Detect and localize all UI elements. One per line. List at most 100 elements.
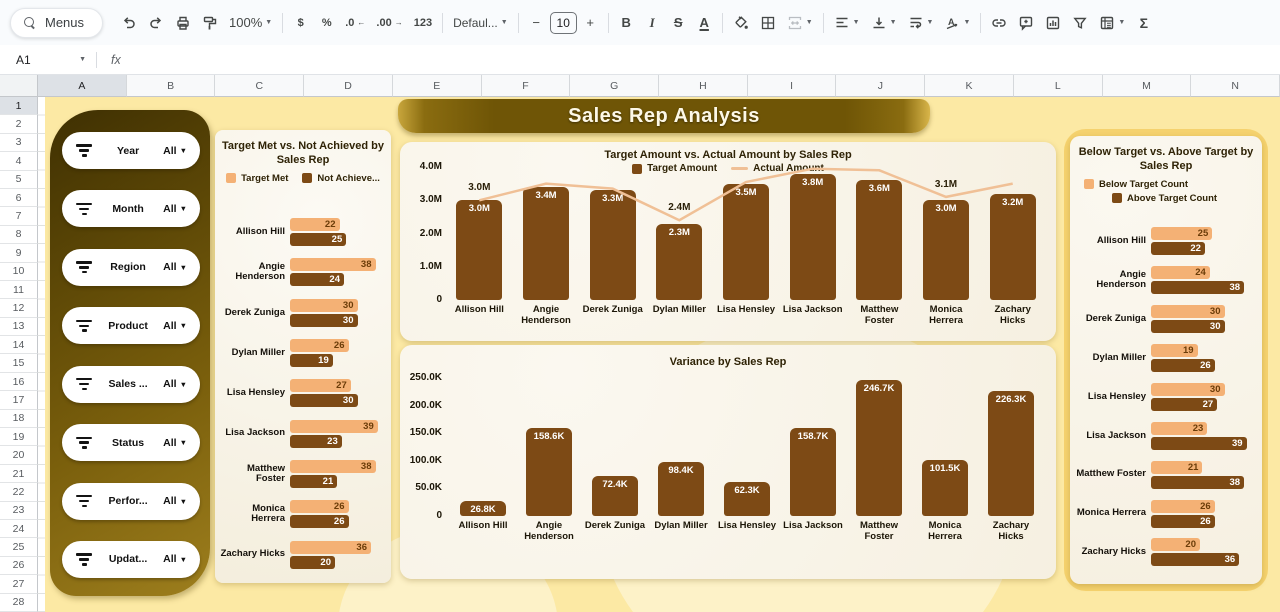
- row-header-8[interactable]: 8: [0, 226, 38, 244]
- formula-input[interactable]: [121, 45, 1280, 74]
- filter-slicer-sales[interactable]: Sales ...All▼: [62, 366, 200, 403]
- column-header-G[interactable]: G: [570, 75, 659, 97]
- column-header-D[interactable]: D: [304, 75, 393, 97]
- decrease-font-size-button[interactable]: −: [524, 9, 549, 37]
- row-header-10[interactable]: 10: [0, 263, 38, 281]
- column-header-F[interactable]: F: [482, 75, 571, 97]
- bar-matthew-foster[interactable]: 246.7K: [856, 380, 902, 516]
- print-button[interactable]: [170, 9, 196, 37]
- bar-dark[interactable]: 26: [1151, 359, 1215, 372]
- filter-value-dropdown[interactable]: All▼: [163, 495, 187, 507]
- strikethrough-button[interactable]: S: [666, 9, 691, 37]
- undo-button[interactable]: [116, 9, 142, 37]
- bar-light[interactable]: 24: [1151, 266, 1210, 279]
- row-header-20[interactable]: 20: [0, 446, 38, 464]
- bar-monica-herrera[interactable]: 3.0M: [923, 200, 969, 300]
- bar-light[interactable]: 21: [1151, 461, 1202, 474]
- bar-lisa-jackson[interactable]: 158.7K: [790, 428, 836, 516]
- bar-dark[interactable]: 23: [290, 435, 342, 448]
- column-header-K[interactable]: K: [925, 75, 1014, 97]
- table-tools-button[interactable]: ▼: [1094, 9, 1130, 37]
- horizontal-align-button[interactable]: ▼: [829, 9, 865, 37]
- column-header-A[interactable]: A: [38, 75, 127, 97]
- row-header-23[interactable]: 23: [0, 502, 38, 520]
- bar-light[interactable]: 30: [1151, 305, 1225, 318]
- bar-dark[interactable]: 26: [290, 515, 349, 528]
- bar-light[interactable]: 20: [1151, 538, 1200, 551]
- paint-format-button[interactable]: [197, 9, 223, 37]
- bar-dark[interactable]: 21: [290, 475, 337, 488]
- fill-color-button[interactable]: [728, 9, 754, 37]
- italic-button[interactable]: I: [640, 9, 665, 37]
- filter-slicer-month[interactable]: MonthAll▼: [62, 190, 200, 227]
- bar-dark[interactable]: 25: [290, 233, 346, 246]
- bar-matthew-foster[interactable]: 3.6M: [856, 180, 902, 300]
- filter-slicer-product[interactable]: ProductAll▼: [62, 307, 200, 344]
- bar-dark[interactable]: 36: [1151, 553, 1239, 566]
- row-header-15[interactable]: 15: [0, 354, 38, 372]
- bar-light[interactable]: 36: [290, 541, 371, 554]
- bar-dylan-miller[interactable]: 2.3M: [656, 224, 702, 300]
- text-rotation-button[interactable]: A ▼: [939, 9, 975, 37]
- bar-allison-hill[interactable]: 26.8K: [460, 501, 506, 516]
- row-header-21[interactable]: 21: [0, 465, 38, 483]
- bar-light[interactable]: 38: [290, 258, 376, 271]
- row-header-28[interactable]: 28: [0, 594, 38, 612]
- zoom-select[interactable]: 100% ▼: [224, 9, 277, 37]
- bold-button[interactable]: B: [614, 9, 639, 37]
- row-header-19[interactable]: 19: [0, 428, 38, 446]
- bar-light[interactable]: 26: [1151, 500, 1215, 513]
- select-all-corner[interactable]: [0, 75, 38, 97]
- row-header-12[interactable]: 12: [0, 299, 38, 317]
- row-header-22[interactable]: 22: [0, 483, 38, 501]
- bar-dark[interactable]: 19: [290, 354, 333, 367]
- bar-dylan-miller[interactable]: 98.4K: [658, 462, 704, 516]
- bar-light[interactable]: 26: [290, 500, 349, 513]
- bar-light[interactable]: 30: [1151, 383, 1225, 396]
- bar-derek-zuniga[interactable]: 72.4K: [592, 476, 638, 516]
- name-box[interactable]: A1 ▼: [0, 53, 96, 67]
- bar-angie-henderson[interactable]: 3.4M: [523, 187, 569, 300]
- row-header-5[interactable]: 5: [0, 171, 38, 189]
- row-header-9[interactable]: 9: [0, 244, 38, 262]
- filter-value-dropdown[interactable]: All▼: [163, 378, 187, 390]
- filter-slicer-updat[interactable]: Updat...All▼: [62, 541, 200, 578]
- bar-light[interactable]: 39: [290, 420, 378, 433]
- bar-lisa-jackson[interactable]: 3.8M: [790, 174, 836, 300]
- row-header-7[interactable]: 7: [0, 207, 38, 225]
- bar-dark[interactable]: 30: [290, 314, 358, 327]
- filter-value-dropdown[interactable]: All▼: [163, 437, 187, 449]
- filter-slicer-year[interactable]: YearAll▼: [62, 132, 200, 169]
- filter-value-dropdown[interactable]: All▼: [163, 553, 187, 565]
- row-header-13[interactable]: 13: [0, 318, 38, 336]
- filter-value-dropdown[interactable]: All▼: [163, 145, 187, 157]
- increase-decimal-button[interactable]: .00→: [371, 9, 407, 37]
- filter-value-dropdown[interactable]: All▼: [163, 261, 187, 273]
- bar-dark[interactable]: 38: [1151, 281, 1244, 294]
- insert-comment-button[interactable]: [1013, 9, 1039, 37]
- bar-dark[interactable]: 39: [1151, 437, 1247, 450]
- create-filter-button[interactable]: [1067, 9, 1093, 37]
- filter-value-dropdown[interactable]: All▼: [163, 320, 187, 332]
- increase-font-size-button[interactable]: +: [578, 9, 603, 37]
- bar-light[interactable]: 30: [290, 299, 358, 312]
- more-formats-button[interactable]: 123: [409, 9, 437, 37]
- bar-monica-herrera[interactable]: 101.5K: [922, 460, 968, 516]
- bar-dark[interactable]: 27: [1151, 398, 1217, 411]
- bar-light[interactable]: 25: [1151, 227, 1212, 240]
- column-header-I[interactable]: I: [748, 75, 837, 97]
- text-color-button[interactable]: A: [692, 9, 717, 37]
- bar-light[interactable]: 27: [290, 379, 351, 392]
- column-header-E[interactable]: E: [393, 75, 482, 97]
- filter-slicer-perfor[interactable]: Perfor...All▼: [62, 483, 200, 520]
- column-header-L[interactable]: L: [1014, 75, 1103, 97]
- row-header-24[interactable]: 24: [0, 520, 38, 538]
- decrease-decimal-button[interactable]: .0←: [340, 9, 370, 37]
- bar-light[interactable]: 22: [290, 218, 340, 231]
- row-header-3[interactable]: 3: [0, 134, 38, 152]
- bar-dark[interactable]: 20: [290, 556, 335, 569]
- format-percent-button[interactable]: %: [314, 9, 339, 37]
- row-header-16[interactable]: 16: [0, 373, 38, 391]
- bar-light[interactable]: 38: [290, 460, 376, 473]
- column-header-M[interactable]: M: [1103, 75, 1192, 97]
